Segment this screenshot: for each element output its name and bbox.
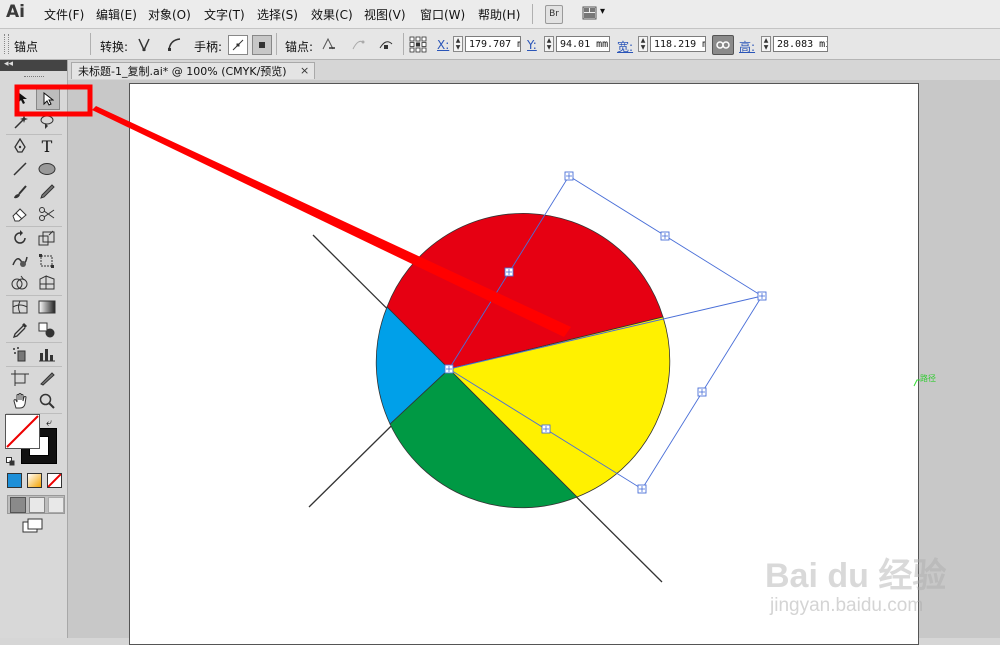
artwork-layer [14, 84, 920, 583]
smart-guide-label: 路径 [920, 374, 936, 383]
watermark-brand: Bai du 经验 [765, 557, 947, 595]
watermark-url: jingyan.baidu.com [770, 595, 924, 616]
annotation-highlight-box [14, 84, 93, 117]
